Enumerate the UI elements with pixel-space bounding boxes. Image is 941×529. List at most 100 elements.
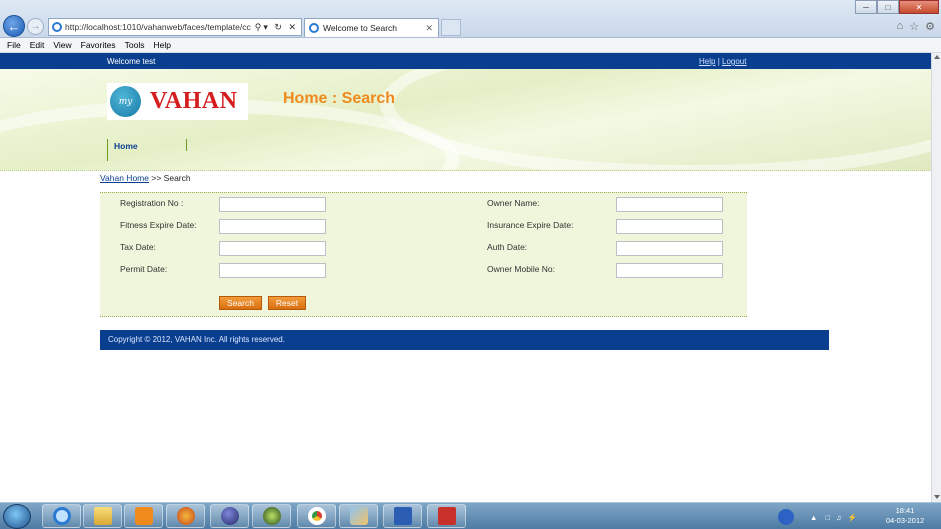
menu-file[interactable]: File <box>7 40 21 50</box>
internet-explorer-icon <box>52 507 71 525</box>
menu-tools[interactable]: Tools <box>125 40 145 50</box>
browser-tools: ⌂ ☆ ⚙ <box>897 20 935 33</box>
tab-title: Welcome to Search <box>323 23 398 33</box>
reset-button[interactable]: Reset <box>268 296 306 310</box>
volume-icon[interactable]: ♫ <box>836 513 842 522</box>
breadcrumb-current: Search <box>163 173 191 183</box>
breadcrumb: Vahan Home >> Search <box>100 173 191 183</box>
nav-divider <box>186 139 187 151</box>
breadcrumb-separator: >> <box>151 173 162 183</box>
address-controls-icon[interactable]: ⚲▾ ↻ ✕ <box>255 22 301 33</box>
owner-mobile-no-label: Owner Mobile No: <box>487 264 556 274</box>
insurance-expire-date-label: Insurance Expire Date: <box>487 220 574 230</box>
media-player-icon <box>134 507 153 525</box>
owner-name-input[interactable] <box>616 197 723 212</box>
copyright-text: Copyright © 2012, VAHAN Inc. All rights … <box>108 335 285 344</box>
scroll-up-icon[interactable] <box>934 55 940 59</box>
owner-name-label: Owner Name: <box>487 198 540 208</box>
address-bar[interactable]: http://localhost:1010/vahanweb/faces/tem… <box>48 18 302 36</box>
page-scrollbar[interactable] <box>931 53 941 502</box>
scroll-down-icon[interactable] <box>934 495 940 499</box>
registration-no-input[interactable] <box>219 197 326 212</box>
menu-view[interactable]: View <box>53 40 71 50</box>
logo-my-badge: my <box>110 86 141 117</box>
breadcrumb-home-link[interactable]: Vahan Home <box>100 173 149 183</box>
menu-help[interactable]: Help <box>153 40 170 50</box>
permit-date-label: Permit Date: <box>120 264 168 274</box>
insurance-expire-date-input[interactable] <box>616 219 723 234</box>
favorites-star-icon[interactable]: ☆ <box>909 20 919 33</box>
browser-chrome: ← → http://localhost:1010/vahanweb/faces… <box>0 0 941 38</box>
home-icon[interactable]: ⌂ <box>897 20 904 33</box>
menu-bar: File Edit View Favorites Tools Help <box>0 38 941 53</box>
taskbar-explorer[interactable] <box>83 504 122 528</box>
fitness-expire-date-label: Fitness Expire Date: <box>120 220 197 230</box>
browser-tab[interactable]: Welcome to Search ✕ <box>304 18 439 37</box>
new-tab-button[interactable] <box>441 19 461 36</box>
ie-tab-icon <box>309 23 319 33</box>
network-icon[interactable]: □ <box>825 513 830 522</box>
word-icon <box>393 507 412 525</box>
clock-date: 04-03-2012 <box>885 516 925 525</box>
taskbar-chrome[interactable] <box>297 504 336 528</box>
help-link[interactable]: Help <box>699 57 715 66</box>
web-page: Welcome test Help | Logout my VAHAN Home… <box>0 53 931 502</box>
logout-link[interactable]: Logout <box>722 57 746 66</box>
taskbar-word[interactable] <box>383 504 422 528</box>
taskbar: ▲ □ ♫ ⚡ 18:41 04-03-2012 <box>0 502 941 529</box>
nav-home[interactable]: Home <box>107 139 138 161</box>
chrome-icon <box>307 507 326 525</box>
taskbar-paint[interactable] <box>339 504 378 528</box>
header-banner: my VAHAN Home : Search Home <box>0 69 931 171</box>
taskbar-ie[interactable] <box>42 504 81 528</box>
fitness-expire-date-input[interactable] <box>219 219 326 234</box>
close-window-icon[interactable]: ✕ <box>899 0 939 14</box>
clock[interactable]: 18:41 04-03-2012 <box>875 506 935 526</box>
taskbar-eclipse[interactable] <box>210 504 249 528</box>
auth-date-input[interactable] <box>616 241 723 256</box>
link-separator: | <box>717 57 720 66</box>
search-button[interactable]: Search <box>219 296 262 310</box>
ie-page-icon <box>52 22 62 32</box>
tax-date-label: Tax Date: <box>120 242 156 252</box>
minimize-icon[interactable]: ─ <box>855 0 877 14</box>
tab-close-icon[interactable]: ✕ <box>425 23 433 34</box>
gear-icon[interactable]: ⚙ <box>925 20 935 33</box>
owner-mobile-no-input[interactable] <box>616 263 723 278</box>
banner-swirl <box>380 69 931 170</box>
forward-button[interactable]: → <box>27 18 44 35</box>
registration-no-label: Registration No : <box>120 198 184 208</box>
app-icon <box>262 507 281 525</box>
start-button[interactable] <box>3 504 31 529</box>
menu-favorites[interactable]: Favorites <box>81 40 116 50</box>
permit-date-input[interactable] <box>219 263 326 278</box>
folder-icon <box>93 507 112 525</box>
address-url[interactable]: http://localhost:1010/vahanweb/faces/tem… <box>65 22 255 32</box>
eclipse-icon <box>220 507 239 525</box>
welcome-text: Welcome test <box>107 57 156 66</box>
taskbar-pdf[interactable] <box>427 504 466 528</box>
top-links: Help | Logout <box>699 57 746 66</box>
pdf-icon <box>437 507 456 525</box>
back-button[interactable]: ← <box>3 15 25 37</box>
paint-icon <box>349 507 368 525</box>
clock-time: 18:41 <box>895 506 915 515</box>
vahan-logo: my VAHAN <box>107 83 248 120</box>
page-title: Home : Search <box>283 90 396 107</box>
taskbar-media-player[interactable] <box>124 504 163 528</box>
firefox-icon <box>176 507 195 525</box>
auth-date-label: Auth Date: <box>487 242 528 252</box>
top-bar: Welcome test Help | Logout <box>0 53 931 69</box>
footer: Copyright © 2012, VAHAN Inc. All rights … <box>100 330 829 350</box>
search-form: Registration No : Fitness Expire Date: T… <box>100 192 747 317</box>
power-icon[interactable]: ⚡ <box>848 513 857 522</box>
taskbar-app[interactable] <box>252 504 291 528</box>
taskbar-firefox[interactable] <box>166 504 205 528</box>
tax-date-input[interactable] <box>219 241 326 256</box>
maximize-icon[interactable]: □ <box>877 0 899 14</box>
menu-edit[interactable]: Edit <box>30 40 45 50</box>
tray-app-icon[interactable] <box>778 509 794 525</box>
logo-text: VAHAN <box>150 88 238 114</box>
tray-arrow-icon[interactable]: ▲ <box>810 513 817 522</box>
window-controls: ─ □ ✕ <box>855 0 939 14</box>
